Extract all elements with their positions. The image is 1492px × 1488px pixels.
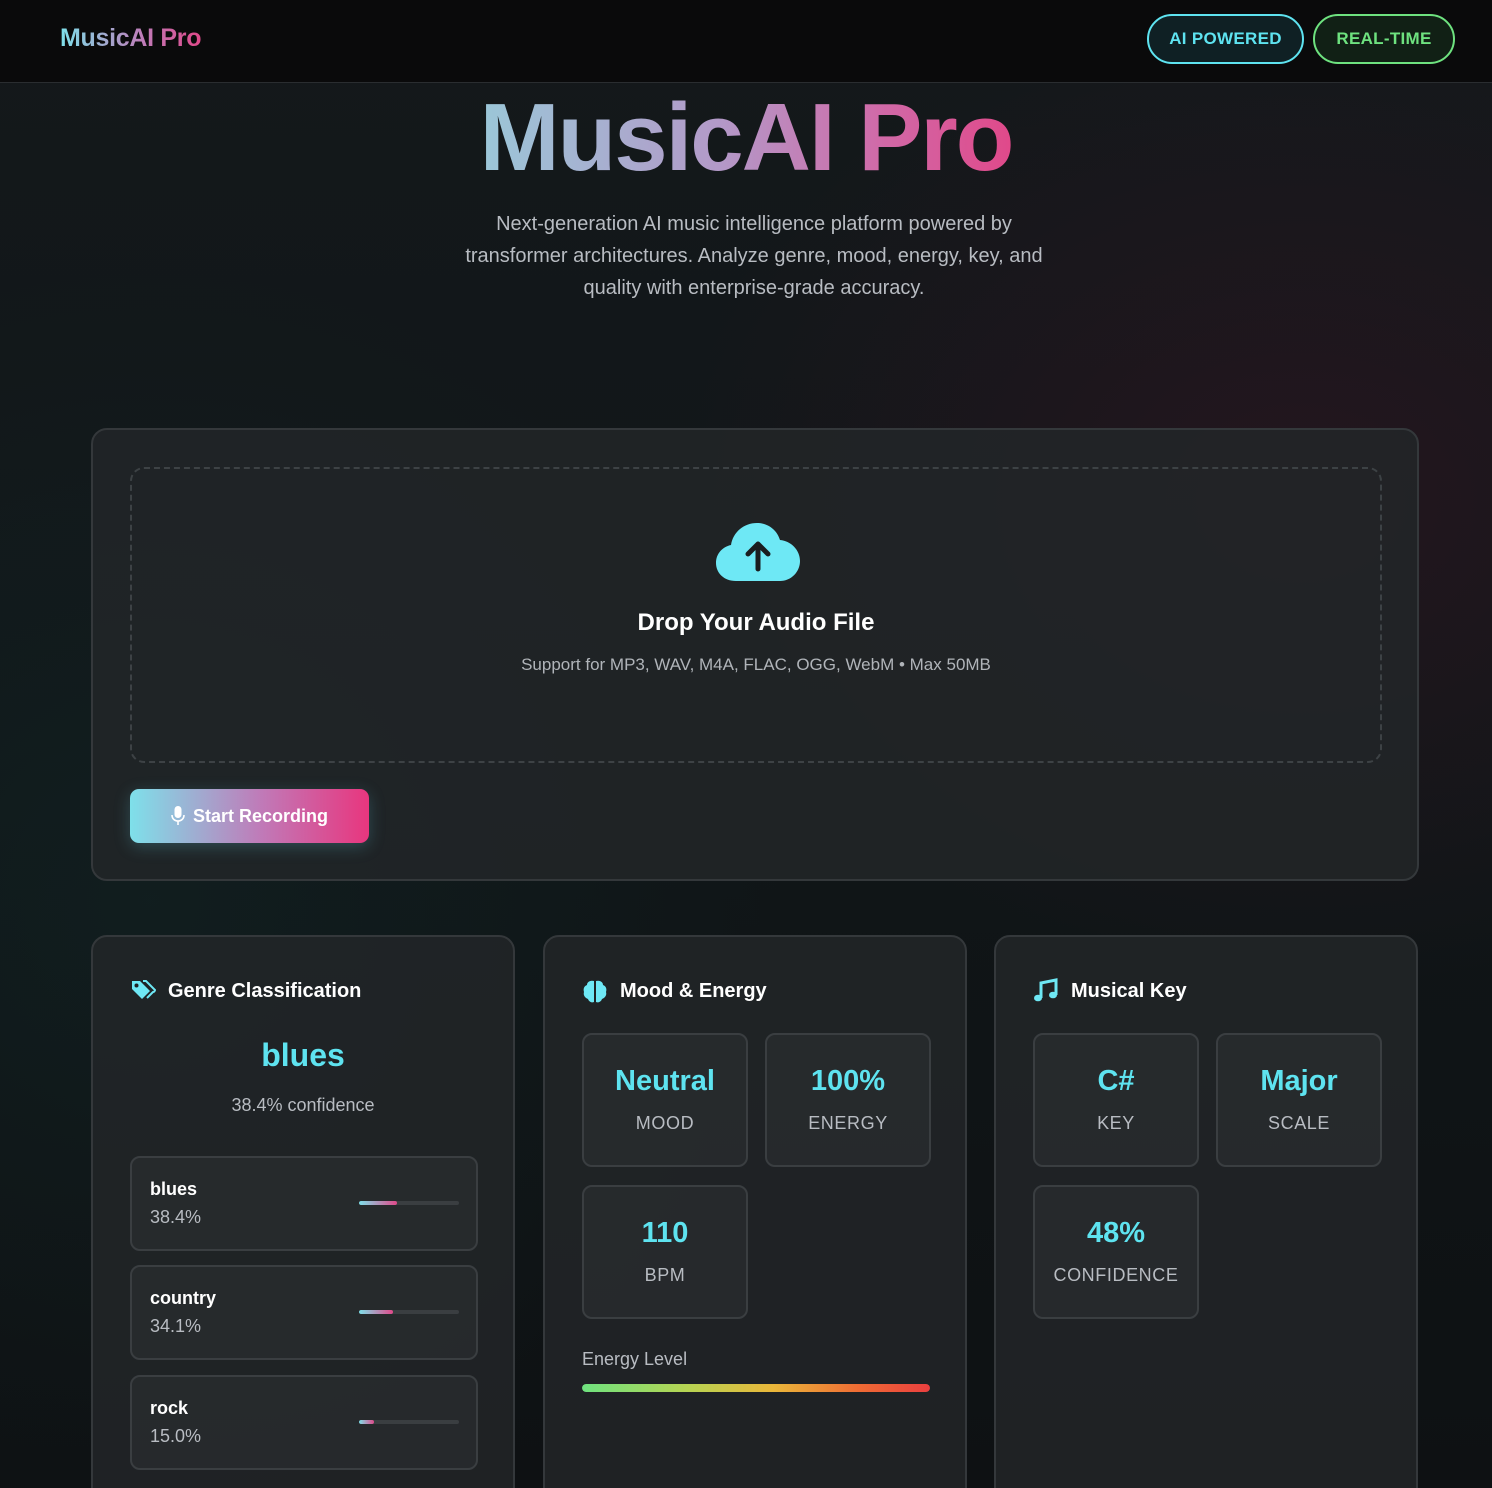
- mood-card-title: Mood & Energy: [620, 979, 767, 1002]
- key-confidence-label: CONFIDENCE: [1053, 1265, 1179, 1285]
- musical-key-card: Musical Key C# KEY Major SCALE 48% CONFI…: [994, 935, 1418, 1488]
- hero-subtitle: Next-generation AI music intelligence pl…: [465, 213, 1043, 299]
- brand-logo[interactable]: MusicAI Pro: [60, 24, 201, 53]
- genre-card-title: Genre Classification: [168, 979, 362, 1002]
- key-card-title: Musical Key: [1071, 979, 1187, 1002]
- genre-item: rock 15.0%: [130, 1375, 478, 1470]
- genre-name: country: [150, 1288, 217, 1308]
- brain-icon: [583, 980, 607, 1003]
- genre-name: rock: [150, 1398, 189, 1418]
- audio-dropzone[interactable]: Drop Your Audio File Support for MP3, WA…: [130, 467, 1382, 763]
- genre-card: Genre Classification blues 38.4% confide…: [91, 935, 515, 1488]
- genre-percent: 38.4%: [150, 1207, 202, 1227]
- microphone-icon: [171, 806, 185, 825]
- dropzone-subtitle: Support for MP3, WAV, M4A, FLAC, OGG, We…: [521, 655, 991, 674]
- genre-bar: [359, 1420, 459, 1424]
- dropzone-title: Drop Your Audio File: [637, 609, 875, 636]
- cloud-upload-icon: [716, 523, 800, 581]
- genre-name: blues: [150, 1179, 198, 1199]
- scale-stat: Major SCALE: [1216, 1033, 1382, 1167]
- mood-stat: Neutral MOOD: [582, 1033, 748, 1167]
- genre-percent: 15.0%: [150, 1426, 202, 1446]
- hero-title: MusicAI Pro: [0, 85, 1492, 191]
- tags-icon: [132, 980, 156, 999]
- key-value: C#: [1097, 1065, 1135, 1097]
- ai-powered-badge: AI POWERED: [1147, 14, 1304, 64]
- bpm-label: BPM: [644, 1265, 686, 1285]
- energy-level-fill: [582, 1384, 930, 1392]
- hero-title-text: MusicAI Pro: [479, 84, 1015, 191]
- genre-card-header: Genre Classification: [130, 977, 361, 1005]
- key-confidence-stat: 48% CONFIDENCE: [1033, 1185, 1199, 1319]
- energy-label: ENERGY: [808, 1113, 888, 1133]
- key-card-header: Musical Key: [1033, 977, 1187, 1005]
- bpm-stat: 110 BPM: [582, 1185, 748, 1319]
- mood-energy-card: Mood & Energy Neutral MOOD 100% ENERGY 1…: [543, 935, 967, 1488]
- genre-bar-fill: [359, 1201, 398, 1205]
- top-genre: blues: [261, 1037, 345, 1073]
- mood-value: Neutral: [615, 1065, 715, 1097]
- start-recording-label: Start Recording: [192, 805, 329, 826]
- start-recording-button[interactable]: Start Recording: [130, 789, 369, 843]
- genre-bar: [359, 1310, 459, 1314]
- real-time-badge: REAL-TIME: [1313, 14, 1455, 64]
- genre-bar-fill: [359, 1420, 374, 1424]
- energy-level-label: Energy Level: [582, 1349, 688, 1369]
- genre-percent: 34.1%: [150, 1316, 202, 1336]
- key-stat: C# KEY: [1033, 1033, 1199, 1167]
- mood-label: MOOD: [635, 1113, 695, 1133]
- energy-value: 100%: [810, 1065, 886, 1097]
- genre-item: country 34.1%: [130, 1265, 478, 1360]
- bpm-value: 110: [641, 1217, 689, 1249]
- energy-stat: 100% ENERGY: [765, 1033, 931, 1167]
- scale-value: Major: [1260, 1065, 1338, 1097]
- energy-level-bar: [582, 1384, 930, 1392]
- genre-bar-fill: [359, 1310, 394, 1314]
- key-confidence-value: 48%: [1086, 1217, 1146, 1249]
- genre-bar: [359, 1201, 459, 1205]
- genre-item: blues 38.4%: [130, 1156, 478, 1251]
- key-label: KEY: [1097, 1113, 1135, 1133]
- mood-card-header: Mood & Energy: [582, 977, 767, 1005]
- top-genre-confidence: 38.4% confidence: [231, 1095, 375, 1115]
- upload-panel: Drop Your Audio File Support for MP3, WA…: [91, 428, 1419, 881]
- music-note-icon: [1034, 978, 1058, 1002]
- top-bar: MusicAI Pro AI POWERED REAL-TIME: [0, 0, 1492, 83]
- scale-label: SCALE: [1267, 1113, 1331, 1133]
